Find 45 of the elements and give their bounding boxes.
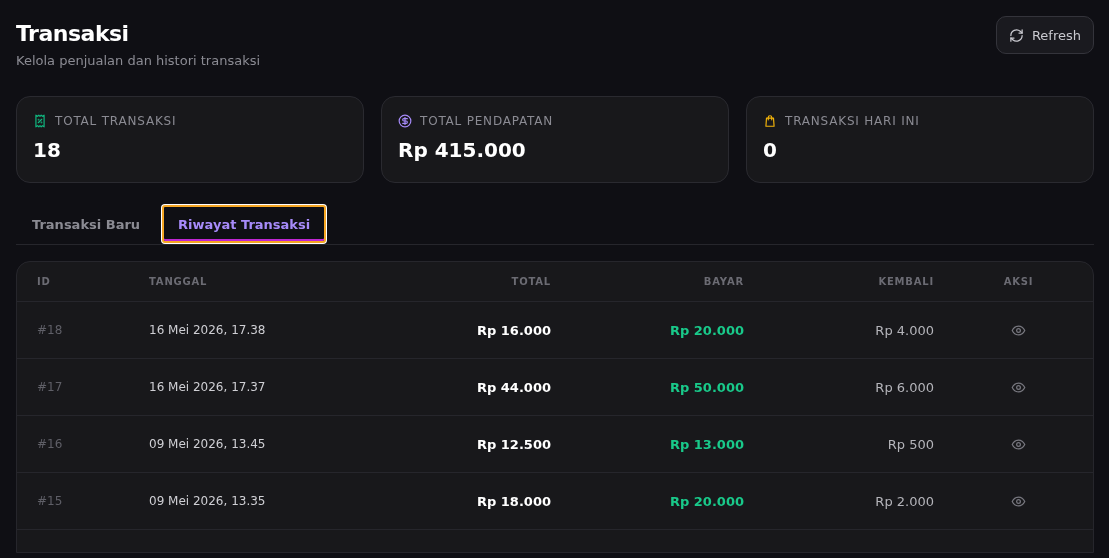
table-cell-text: Rp 4.000 [874, 322, 934, 338]
view-eye-icon[interactable] [1011, 493, 1026, 509]
stat-label: TRANSAKSI HARI INI [785, 114, 920, 128]
table-cell-text: 16 Mei 2026, 17.38 [149, 323, 267, 337]
table-cell-text: Rp 16.000 [476, 322, 551, 338]
table-cell-text: Rp 2.000 [874, 493, 934, 509]
dollar-coin-icon [398, 114, 412, 128]
table-cell-text: Rp 44.000 [476, 379, 551, 395]
column-header: KEMBALI [877, 276, 934, 287]
table-cell-text: 09 Mei 2026, 13.35 [149, 494, 267, 508]
column-header: BAYAR [702, 276, 744, 287]
shopping-bag-icon [763, 114, 777, 128]
view-eye-icon[interactable] [1011, 436, 1026, 452]
stat-label: TOTAL PENDAPATAN [420, 114, 554, 128]
table-cell-text: Rp 13.000 [669, 436, 744, 452]
stat-value: Rp 415.000 [398, 138, 527, 162]
tab[interactable]: Transaksi Baru [16, 205, 157, 243]
stat-value: 0 [763, 138, 778, 162]
view-eye-icon[interactable] [1011, 379, 1026, 395]
refresh-button[interactable]: Refresh [995, 16, 1094, 54]
page-subtitle: Kelola penjualan dan histori transaksi [16, 53, 261, 68]
table-cell-text: Rp 6.000 [874, 379, 934, 395]
table-cell-text: 09 Mei 2026, 13.45 [149, 437, 267, 451]
table-cell-text: Rp 500 [886, 436, 934, 452]
table-cell-text: Rp 20.000 [669, 322, 744, 338]
column-header: TANGGAL [149, 276, 209, 287]
table-cell-text: Rp 18.000 [476, 493, 551, 509]
table-cell-text: 16 Mei 2026, 17.37 [149, 380, 267, 394]
page-title: Transaksi [16, 22, 130, 46]
receipt-icon [33, 114, 47, 128]
table-cell-text: Rp 20.000 [669, 493, 744, 509]
table-cell-text: Rp 50.000 [669, 379, 744, 395]
column-header: TOTAL [510, 276, 551, 287]
column-header: AKSI [1002, 276, 1035, 287]
refresh-icon [1008, 27, 1024, 43]
table-cell-text: #17 [37, 380, 64, 394]
table-cell-text: #16 [37, 437, 64, 451]
table-cell-text: Rp 12.500 [476, 436, 551, 452]
stat-value: 18 [33, 138, 62, 162]
view-eye-icon[interactable] [1011, 322, 1026, 338]
tab[interactable]: Riwayat Transaksi [162, 205, 327, 243]
stat-label: TOTAL TRANSAKSI [55, 114, 177, 128]
column-header: ID [37, 276, 52, 287]
table-cell-text: #18 [37, 323, 64, 337]
table-cell-text: #15 [37, 494, 64, 508]
